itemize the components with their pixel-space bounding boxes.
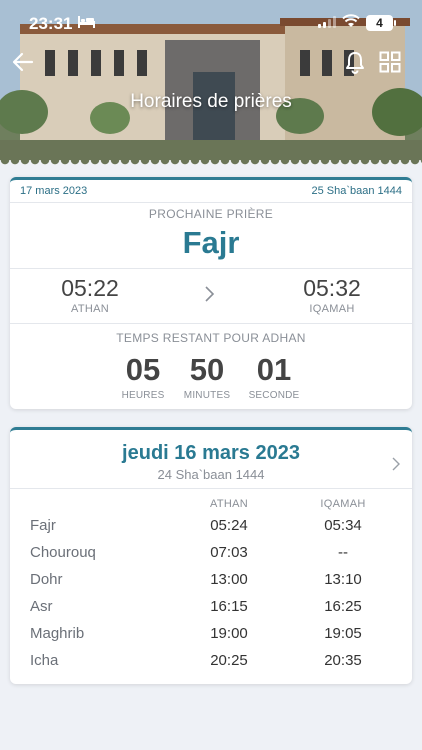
- battery-indicator: 4: [366, 15, 393, 31]
- prayer-iqamah: 13:10: [324, 571, 362, 588]
- wifi-icon: [342, 14, 360, 27]
- gregorian-date: 17 mars 2023: [20, 185, 88, 197]
- prayer-name: Icha: [30, 652, 59, 669]
- prayer-row: Asr 16:15 16:25: [10, 598, 412, 625]
- prayer-name: Fajr: [30, 517, 56, 534]
- prayer-athan: 20:25: [210, 652, 248, 669]
- next-prayer-label: PROCHAINE PRIÈRE: [148, 207, 274, 221]
- bed-icon: [78, 16, 95, 28]
- bell-icon[interactable]: [344, 50, 366, 74]
- countdown-hours: 05: [125, 352, 161, 387]
- grid-icon[interactable]: [379, 51, 401, 73]
- next-day-chevron-icon[interactable]: [391, 456, 401, 472]
- prayer-name: Asr: [30, 598, 53, 615]
- back-arrow-icon[interactable]: [12, 52, 34, 72]
- prayer-iqamah: 20:35: [324, 652, 362, 669]
- prayer-athan: 05:24: [210, 517, 248, 534]
- prayer-iqamah: 16:25: [324, 598, 362, 615]
- scalloped-edge: [0, 160, 422, 168]
- prayer-athan: 19:00: [210, 625, 248, 642]
- divider: [10, 323, 412, 324]
- divider: [10, 268, 412, 269]
- battery-tip: [394, 20, 396, 26]
- iqamah-time: 05:32: [303, 275, 361, 301]
- next-prayer-name: Fajr: [182, 225, 240, 260]
- prayer-name: Dohr: [30, 571, 63, 588]
- remaining-time-label: TEMPS RESTANT POUR ADHAN: [116, 331, 306, 345]
- status-time: 23:31: [29, 14, 73, 33]
- prayer-name: Chourouq: [30, 544, 96, 561]
- prayer-athan: 16:15: [210, 598, 248, 615]
- day-hijri-date: 24 Sha`baan 1444: [157, 467, 265, 482]
- next-prayer-card: 17 mars 2023 25 Sha`baan 1444 PROCHAINE …: [10, 177, 412, 409]
- chevron-right-icon: [205, 286, 215, 302]
- prayer-iqamah: 05:34: [324, 517, 362, 534]
- prayer-name: Maghrib: [30, 625, 85, 642]
- divider: [10, 202, 412, 203]
- divider: [10, 488, 412, 489]
- countdown-seconds-label: SECONDE: [248, 390, 300, 401]
- header-banner: 23:31 4 Horaires de prières: [0, 0, 422, 168]
- column-iqamah: IQAMAH: [320, 498, 366, 510]
- countdown-hours-label: HEURES: [121, 390, 165, 401]
- prayer-iqamah: 19:05: [324, 625, 362, 642]
- prayer-iqamah: --: [338, 544, 348, 561]
- prayer-row: Icha 20:25 20:35: [10, 652, 412, 679]
- iqamah-label: IQAMAH: [309, 303, 355, 315]
- prayer-athan: 07:03: [210, 544, 248, 561]
- prayer-row: Chourouq 07:03 --: [10, 544, 412, 571]
- column-athan: ATHAN: [210, 498, 248, 510]
- athan-time: 05:22: [61, 275, 119, 301]
- athan-label: ATHAN: [71, 303, 109, 315]
- day-title: jeudi 16 mars 2023: [122, 442, 300, 464]
- prayer-row: Fajr 05:24 05:34: [10, 517, 412, 544]
- signal-icon: [318, 16, 336, 28]
- prayer-athan: 13:00: [210, 571, 248, 588]
- day-schedule-card: jeudi 16 mars 2023 24 Sha`baan 1444 ATHA…: [10, 427, 412, 684]
- countdown-seconds: 01: [256, 352, 292, 387]
- countdown-minutes-label: MINUTES: [183, 390, 231, 401]
- countdown-minutes: 50: [189, 352, 225, 387]
- prayer-row: Dohr 13:00 13:10: [10, 571, 412, 598]
- page-title: Horaires de prières: [130, 91, 292, 112]
- prayer-row: Maghrib 19:00 19:05: [10, 625, 412, 652]
- hijri-date: 25 Sha`baan 1444: [311, 185, 402, 197]
- status-bar: 23:31 4: [0, 0, 422, 46]
